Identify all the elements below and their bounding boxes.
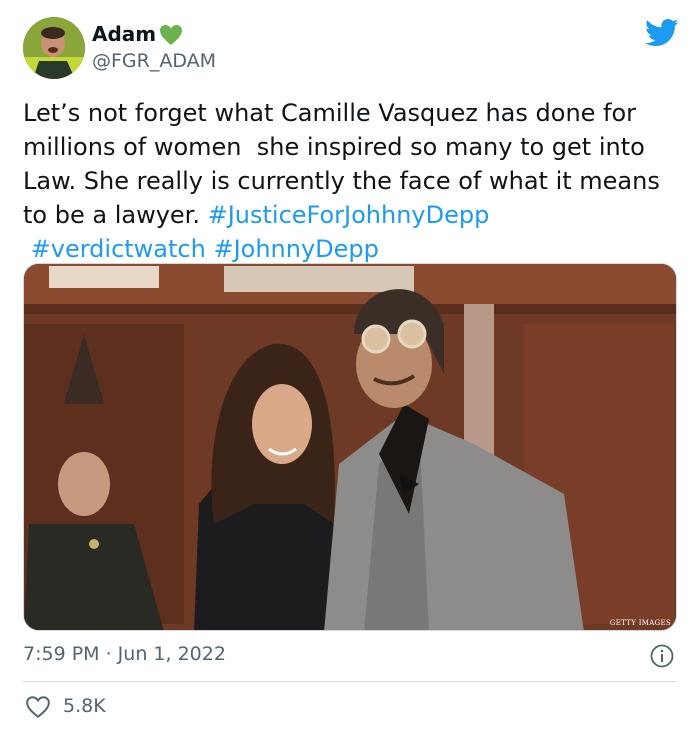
like-heart-icon[interactable] [25, 695, 51, 719]
display-name[interactable]: Adam [92, 22, 156, 46]
user-handle[interactable]: @FGR_ADAM [92, 50, 216, 72]
divider [23, 681, 677, 682]
hashtag-justiceforjohhnydepp[interactable]: #JusticeForJohhnyDepp [208, 201, 490, 229]
tweet-timestamp[interactable]: 7:59 PM · Jun 1, 2022 [23, 643, 226, 665]
avatar[interactable] [23, 17, 85, 79]
tweet-text: Let’s not forget what Camille Vasquez ha… [23, 96, 683, 266]
twitter-bird-icon[interactable] [645, 18, 679, 48]
hashtag-verdictwatch[interactable]: #verdictwatch [31, 235, 206, 263]
hashtag-johnnydepp[interactable]: #JohnnyDepp [213, 235, 378, 263]
info-icon[interactable] [650, 644, 674, 668]
photo-watermark: GETTY IMAGES [609, 619, 671, 627]
green-heart-icon [160, 25, 182, 45]
tweet-photo[interactable]: GETTY IMAGES [23, 263, 677, 631]
like-count[interactable]: 5.8K [63, 695, 106, 717]
